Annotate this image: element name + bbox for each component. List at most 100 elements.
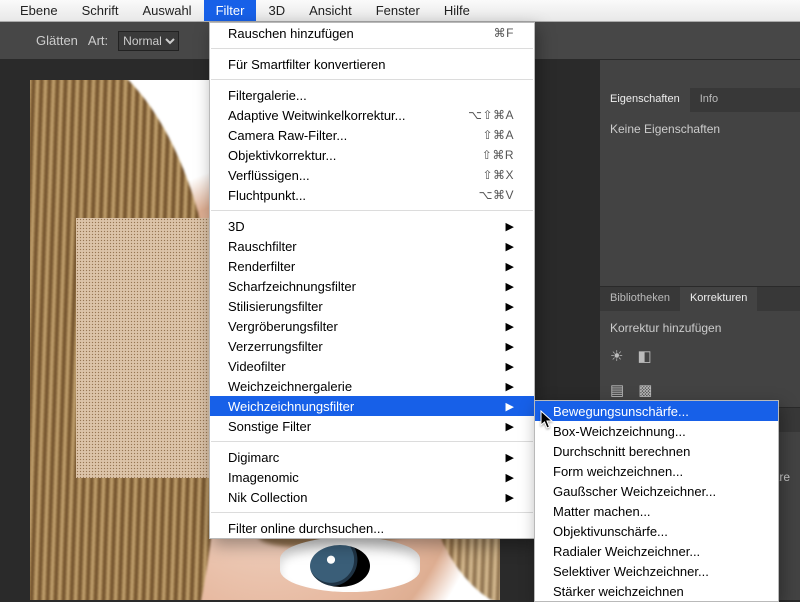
menu-item-label: Filtergalerie... xyxy=(228,88,307,103)
submenu-item[interactable]: Form weichzeichnen... xyxy=(535,461,778,481)
properties-panel-body: Keine Eigenschaften xyxy=(600,112,800,146)
submenu-arrow-icon: ▶ xyxy=(506,471,514,484)
menu-item-label: Nik Collection xyxy=(228,490,307,505)
properties-panel-tabs[interactable]: Eigenschaften Info xyxy=(600,88,800,112)
menu-plugin-imagenomic[interactable]: Imagenomic▶ xyxy=(210,467,534,487)
submenu-item[interactable]: Selektiver Weichzeichner... xyxy=(535,561,778,581)
tab-info[interactable]: Info xyxy=(690,88,728,112)
menu-item-label: Adaptive Weitwinkelkorrektur... xyxy=(228,108,406,123)
menu-3d[interactable]: 3D xyxy=(256,0,297,21)
menu-item-label: 3D xyxy=(228,219,245,234)
menu-item-label: Videofilter xyxy=(228,359,286,374)
shortcut-text: ⌥⌘V xyxy=(479,188,514,202)
menu-submenu-verzerrungsfilter[interactable]: Verzerrungsfilter▶ xyxy=(210,336,534,356)
menu-item-label: Objektivunschärfe... xyxy=(553,524,668,539)
eye xyxy=(280,537,420,592)
menu-ebene[interactable]: Ebene xyxy=(8,0,70,21)
menu-filter-online[interactable]: Filter online durchsuchen... xyxy=(210,518,534,538)
submenu-item[interactable]: Durchschnitt berechnen xyxy=(535,441,778,461)
menu-item-label: Selektiver Weichzeichner... xyxy=(553,564,709,579)
art-label: Art: xyxy=(88,33,108,48)
menu-separator xyxy=(211,512,533,513)
submenu-arrow-icon: ▶ xyxy=(506,451,514,464)
menu-item-label: Verzerrungsfilter xyxy=(228,339,323,354)
submenu-item[interactable]: Gaußscher Weichzeichner... xyxy=(535,481,778,501)
art-select[interactable]: Normal xyxy=(118,31,179,51)
menu-submenu-videofilter[interactable]: Videofilter ▶ xyxy=(210,356,534,376)
menu-submenu-weichzeichnungsfilter[interactable]: Weichzeichnungsfilter▶ xyxy=(210,396,534,416)
submenu-item[interactable]: Objektivunschärfe... xyxy=(535,521,778,541)
menu-submenu-sonstige filter[interactable]: Sonstige Filter ▶ xyxy=(210,416,534,436)
menu-item[interactable]: Verflüssigen...⇧⌘X xyxy=(210,165,534,185)
submenu-arrow-icon: ▶ xyxy=(506,260,514,273)
menu-submenu-stilisierungsfilter[interactable]: Stilisierungsfilter▶ xyxy=(210,296,534,316)
menu-item-label: Form weichzeichnen... xyxy=(553,464,683,479)
menu-item[interactable]: Adaptive Weitwinkelkorrektur... ⌥⇧⌘A xyxy=(210,105,534,125)
menu-plugin-digimarc[interactable]: Digimarc ▶ xyxy=(210,447,534,467)
menu-plugin-nik collection[interactable]: Nik Collection ▶ xyxy=(210,487,534,507)
menu-filter[interactable]: Filter xyxy=(204,0,257,21)
menu-item-label: Stärker weichzeichnen xyxy=(553,584,684,599)
menu-item-label: Sonstige Filter xyxy=(228,419,311,434)
menu-auswahl[interactable]: Auswahl xyxy=(130,0,203,21)
main-menubar[interactable]: Ebene Schrift Auswahl Filter 3D Ansicht … xyxy=(0,0,800,22)
submenu-item[interactable]: Matter machen... xyxy=(535,501,778,521)
adjustment-icon-row-1[interactable]: ☀ ◧ xyxy=(600,339,800,373)
menu-schrift[interactable]: Schrift xyxy=(70,0,131,21)
brightness-icon[interactable]: ☀ xyxy=(610,347,623,365)
menu-submenu-scharfzeichnungsfilter[interactable]: Scharfzeichnungsfilter▶ xyxy=(210,276,534,296)
menu-submenu-renderfilter[interactable]: Renderfilter ▶ xyxy=(210,256,534,276)
menu-item-label: Vergröberungsfilter xyxy=(228,319,338,334)
submenu-arrow-icon: ▶ xyxy=(506,491,514,504)
korrekturen-heading: Korrektur hinzufügen xyxy=(600,311,800,339)
submenu-arrow-icon: ▶ xyxy=(506,420,514,433)
menu-hilfe[interactable]: Hilfe xyxy=(432,0,482,21)
menu-item[interactable]: Filtergalerie... xyxy=(210,85,534,105)
preset-icon-2[interactable]: ▩ xyxy=(638,381,652,399)
submenu-item[interactable]: Box-Weichzeichnung... xyxy=(535,421,778,441)
menu-item-label: Renderfilter xyxy=(228,259,295,274)
weichzeichnungsfilter-submenu[interactable]: Bewegungsunschärfe... Box-Weichzeichnung.… xyxy=(534,400,779,602)
menu-item[interactable]: Camera Raw-Filter...⇧⌘A xyxy=(210,125,534,145)
menu-submenu-weichzeichnergalerie[interactable]: Weichzeichnergalerie ▶ xyxy=(210,376,534,396)
menu-ansicht[interactable]: Ansicht xyxy=(297,0,364,21)
submenu-arrow-icon: ▶ xyxy=(506,380,514,393)
menu-submenu-3d[interactable]: 3D ▶ xyxy=(210,216,534,236)
adjust-icon[interactable]: ◧ xyxy=(637,347,651,365)
menu-item-label: Bewegungsunschärfe... xyxy=(553,404,689,419)
preset-icon[interactable]: ▤ xyxy=(610,381,624,399)
menu-item-label: Digimarc xyxy=(228,450,279,465)
menu-item-label: Gaußscher Weichzeichner... xyxy=(553,484,716,499)
menu-submenu-vergröberungsfilter[interactable]: Vergröberungsfilter ▶ xyxy=(210,316,534,336)
filter-menu-dropdown[interactable]: Rauschen hinzufügen ⌘F Für Smartfilter k… xyxy=(209,22,535,539)
shortcut-text: ⌥⇧⌘A xyxy=(468,108,514,122)
menu-separator xyxy=(211,48,533,49)
submenu-arrow-icon: ▶ xyxy=(506,280,514,293)
menu-item[interactable]: Objektivkorrektur...⇧⌘R xyxy=(210,145,534,165)
lib-corrections-tabs[interactable]: Bibliotheken Korrekturen xyxy=(600,287,800,311)
menu-item-label: Verflüssigen... xyxy=(228,168,310,183)
submenu-arrow-icon: ▶ xyxy=(506,320,514,333)
menu-item-label: Matter machen... xyxy=(553,504,651,519)
menu-separator xyxy=(211,441,533,442)
submenu-arrow-icon: ▶ xyxy=(506,300,514,313)
submenu-item[interactable]: Stärker weichzeichnen xyxy=(535,581,778,601)
menu-item-label: Fluchtpunkt... xyxy=(228,188,306,203)
tab-korrekturen[interactable]: Korrekturen xyxy=(680,287,757,311)
menu-submenu-rauschfilter[interactable]: Rauschfilter▶ xyxy=(210,236,534,256)
tab-bibliotheken[interactable]: Bibliotheken xyxy=(600,287,680,311)
submenu-arrow-icon: ▶ xyxy=(506,360,514,373)
menu-item-label: Rauschen hinzufügen xyxy=(228,26,354,41)
menu-item-label: Weichzeichnergalerie xyxy=(228,379,352,394)
menu-item-label: Filter online durchsuchen... xyxy=(228,521,384,536)
menu-item-label: Durchschnitt berechnen xyxy=(553,444,690,459)
menu-fenster[interactable]: Fenster xyxy=(364,0,432,21)
submenu-item[interactable]: Radialer Weichzeichner... xyxy=(535,541,778,561)
submenu-arrow-icon: ▶ xyxy=(506,220,514,233)
submenu-item[interactable]: Bewegungsunschärfe... xyxy=(535,401,778,421)
menu-separator xyxy=(211,210,533,211)
menu-convert-smart[interactable]: Für Smartfilter konvertieren xyxy=(210,54,534,74)
menu-last-filter[interactable]: Rauschen hinzufügen ⌘F xyxy=(210,23,534,43)
tab-eigenschaften[interactable]: Eigenschaften xyxy=(600,88,690,112)
menu-item[interactable]: Fluchtpunkt... ⌥⌘V xyxy=(210,185,534,205)
